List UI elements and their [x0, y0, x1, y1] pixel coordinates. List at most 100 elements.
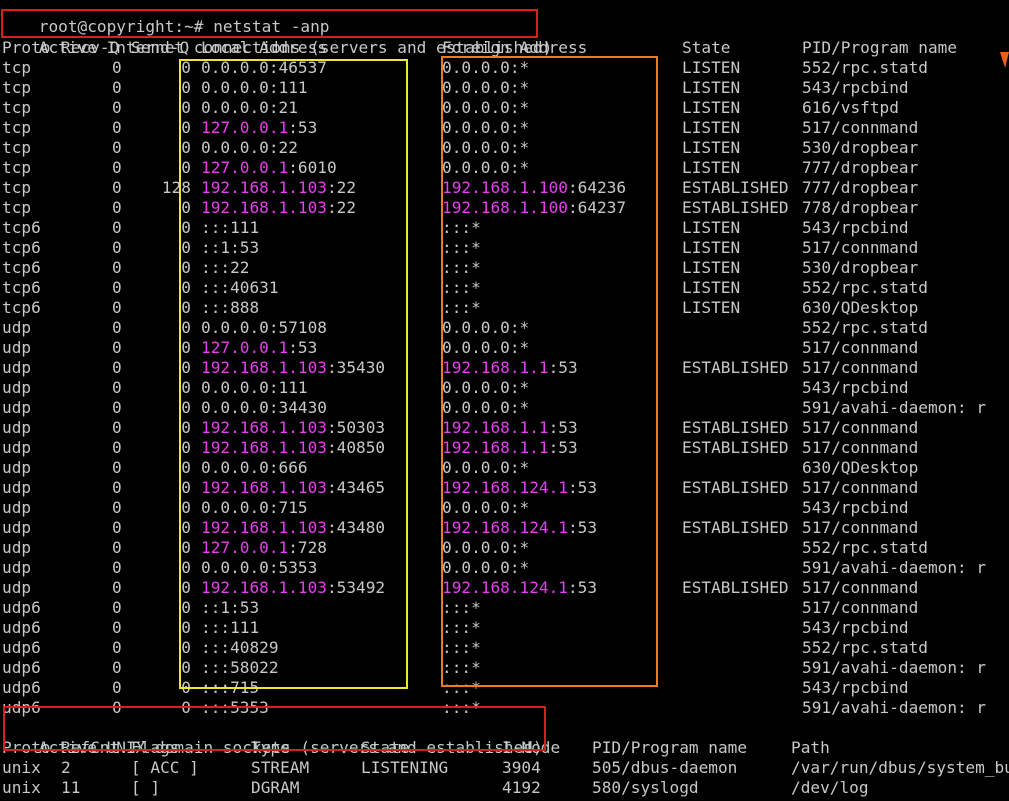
- pid-program-cell: 543/rpcbind: [802, 78, 909, 97]
- unix-refcnt-cell: 11: [61, 778, 81, 797]
- recvq-cell: 0: [112, 378, 122, 397]
- sendq-cell: 0: [181, 538, 191, 557]
- header-recvq: Recv-Q: [61, 38, 120, 57]
- sendq-cell: 0: [181, 618, 191, 637]
- local-port: :22: [268, 138, 298, 157]
- local-address-cell: 127.0.0.1:53: [201, 338, 317, 358]
- local-host: 0.0.0.0: [201, 98, 269, 117]
- proto-cell: udp: [2, 558, 32, 577]
- inet-row: tcp 0 0 127.0.0.1:53 0.0.0.0:* LISTEN 517/conn…: [0, 118, 1009, 138]
- local-port: :6010: [288, 158, 337, 177]
- local-address-cell: ::1:53: [201, 598, 259, 618]
- inet-header-row: Proto Recv-Q Send-Q Local Address Foreig…: [0, 38, 957, 58]
- sendq-cell: 0: [181, 258, 191, 277]
- foreign-address-cell: :::*: [442, 298, 481, 318]
- recvq-cell: 0: [112, 518, 122, 537]
- foreign-port: :53: [567, 518, 598, 537]
- recvq-cell: 0: [112, 598, 122, 617]
- pid-program-cell: 543/rpcbind: [802, 618, 909, 637]
- foreign-host: 0.0.0.0: [442, 318, 510, 337]
- pid-program-cell: 630/QDesktop: [802, 458, 919, 477]
- foreign-address-cell: 192.168.1.100:64237: [442, 198, 626, 218]
- local-address-cell: 0.0.0.0:111: [201, 378, 308, 398]
- local-host: 0.0.0.0: [201, 398, 269, 417]
- foreign-port: :*: [509, 338, 530, 357]
- unix-pid-cell: 505/dbus-daemon: [592, 758, 738, 777]
- foreign-address-cell: :::*: [442, 638, 481, 658]
- state-cell: LISTEN: [682, 78, 741, 97]
- local-host: 127.0.0.1: [201, 338, 289, 357]
- pid-program-cell: 517/connmand: [802, 358, 919, 377]
- recvq-cell: 0: [112, 198, 122, 217]
- sendq-cell: 0: [181, 98, 191, 117]
- pid-program-cell: 530/dropbear: [802, 258, 919, 277]
- proto-cell: udp: [2, 418, 32, 437]
- state-cell: ESTABLISHED: [682, 198, 789, 217]
- recvq-cell: 0: [112, 698, 122, 717]
- pid-program-cell: 517/connmand: [802, 518, 919, 537]
- sendq-cell: 0: [181, 358, 191, 377]
- foreign-host: 192.168.124.1: [442, 478, 568, 497]
- unix-state-cell: LISTENING: [361, 758, 449, 777]
- inet-row: udp 0 0 192.168.1.103:43465 192.168.124.1:53…: [0, 478, 1009, 498]
- unix-header-state: State: [361, 738, 410, 757]
- foreign-port: :53: [548, 358, 578, 377]
- unix-row: unix 11 [ ] DGRAM 4192 580/syslogd/dev/log: [0, 778, 1009, 798]
- inet-row: udp6 0 0:::715:::* 543/rpcbind: [0, 678, 1009, 698]
- foreign-address-cell: :::*: [442, 618, 481, 638]
- local-address-cell: 192.168.1.103:40850: [201, 438, 385, 458]
- inet-row: tcp6 0 0:::40631:::* LISTEN 552/rpc.statd: [0, 278, 1009, 298]
- local-address-cell: 192.168.1.103:53492: [201, 578, 385, 598]
- local-host: 0.0.0.0: [201, 318, 269, 337]
- foreign-port: :53: [567, 578, 598, 597]
- recvq-cell: 0: [112, 658, 122, 677]
- state-cell: LISTEN: [682, 118, 741, 137]
- recvq-cell: 0: [112, 158, 122, 177]
- state-cell: LISTEN: [682, 158, 741, 177]
- local-port: :34430: [268, 398, 327, 417]
- unix-row: unix 2 [ ACC ] STREAM LISTENING 3904 505/dbus-…: [0, 758, 1009, 778]
- pid-program-cell: 543/rpcbind: [802, 378, 909, 397]
- foreign-port: :64237: [567, 198, 627, 217]
- foreign-host: :::*: [442, 258, 481, 277]
- local-port: :40850: [326, 438, 386, 457]
- recvq-cell: 0: [112, 78, 122, 97]
- local-address-cell: :::715: [201, 678, 259, 698]
- proto-cell: udp: [2, 358, 32, 377]
- local-port: :57108: [268, 318, 327, 337]
- foreign-port: :53: [548, 418, 578, 437]
- local-host: :::111: [201, 218, 260, 237]
- local-address-cell: 0.0.0.0:57108: [201, 318, 327, 338]
- local-port: :5353: [268, 558, 318, 577]
- unix-flags-cell: [ ACC ]: [131, 758, 199, 777]
- foreign-address-cell: 0.0.0.0:*: [442, 118, 529, 138]
- sendq-cell: 0: [181, 218, 191, 237]
- sendq-cell: 0: [181, 578, 191, 597]
- sendq-cell: 0: [181, 238, 191, 257]
- pid-program-cell: 552/rpc.statd: [802, 278, 928, 297]
- state-cell: ESTABLISHED: [682, 178, 789, 197]
- pid-program-cell: 517/connmand: [802, 418, 919, 437]
- recvq-cell: 0: [112, 458, 122, 477]
- proto-cell: udp: [2, 478, 32, 497]
- local-address-cell: 0.0.0.0:715: [201, 498, 308, 518]
- foreign-port: :*: [509, 398, 530, 417]
- local-host: ::1:53: [201, 598, 260, 617]
- local-host: 192.168.1.103: [201, 478, 327, 497]
- sendq-cell: 0: [181, 518, 191, 537]
- foreign-address-cell: 192.168.1.1:53: [442, 358, 578, 378]
- inet-section-title: Active Internet connections (servers and…: [0, 18, 553, 57]
- foreign-address-cell: 0.0.0.0:*: [442, 558, 529, 578]
- sendq-cell: 0: [181, 118, 191, 137]
- recvq-cell: 0: [112, 218, 122, 237]
- foreign-address-cell: 0.0.0.0:*: [442, 378, 529, 398]
- foreign-address-cell: 0.0.0.0:*: [442, 538, 529, 558]
- inet-row: udp6 0 0:::5353:::* 591/avahi-daemon: r: [0, 698, 1009, 718]
- terminal-window[interactable]: root@copyright:~# netstat -anp Active In…: [0, 0, 1009, 801]
- pid-program-cell: 517/connmand: [802, 438, 919, 457]
- state-cell: LISTEN: [682, 258, 741, 277]
- inet-row: udp 0 0 0.0.0.0:5353 0.0.0.0:* 591/avahi-daem…: [0, 558, 1009, 578]
- recvq-cell: 0: [112, 618, 122, 637]
- inet-row: udp6 0 0:::58022:::* 591/avahi-daemon: r: [0, 658, 1009, 678]
- local-address-cell: 127.0.0.1:53: [201, 118, 317, 138]
